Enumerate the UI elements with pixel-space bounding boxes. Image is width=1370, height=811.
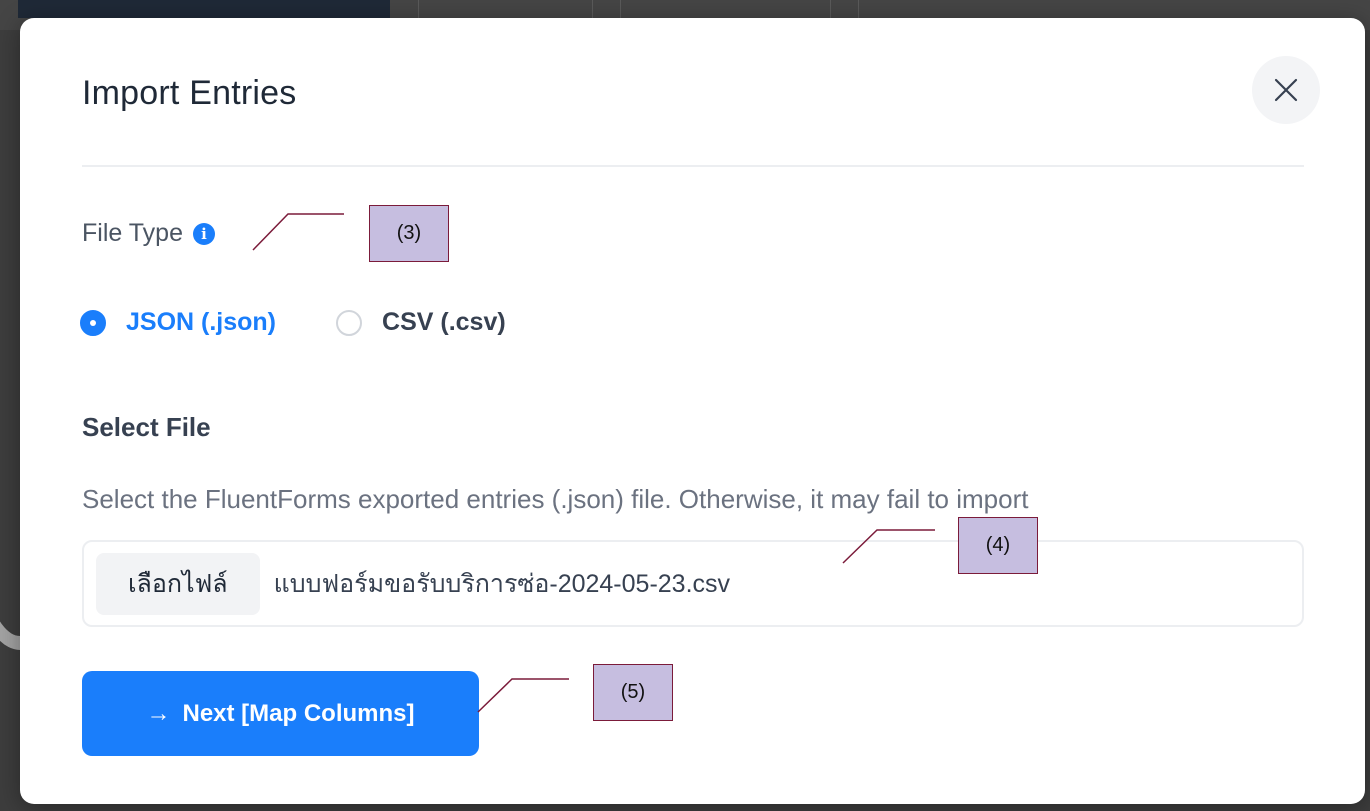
import-entries-dialog: Import Entries File Type i JSON (.json) … [20, 18, 1365, 804]
select-file-label: Select File [82, 412, 211, 442]
dialog-title: Import Entries [82, 74, 297, 112]
header-divider [82, 165, 1304, 167]
annotation-callout-5: (5) [593, 664, 673, 721]
file-type-radio-group: JSON (.json) CSV (.csv) [80, 308, 566, 337]
info-icon[interactable]: i [192, 222, 215, 245]
background-tab [18, 0, 390, 18]
choose-file-button[interactable]: เลือกไฟล์ [96, 552, 260, 615]
next-map-columns-button[interactable]: → Next [Map Columns] [82, 671, 479, 756]
close-icon [1274, 78, 1298, 102]
radio-option-json[interactable]: JSON (.json) [80, 308, 276, 337]
annotation-callout-3: (3) [369, 205, 449, 262]
file-input[interactable]: เลือกไฟล์ แบบฟอร์มขอรับบริการซ่อ-2024-05… [82, 540, 1304, 627]
file-type-label: File Type i [82, 219, 215, 248]
close-button[interactable] [1252, 56, 1320, 124]
radio-label-csv[interactable]: CSV (.csv) [382, 308, 506, 337]
annotation-callout-4: (4) [958, 517, 1038, 574]
next-button-label: Next [Map Columns] [182, 699, 415, 727]
radio-label-json[interactable]: JSON (.json) [126, 308, 276, 337]
radio-option-csv[interactable]: CSV (.csv) [336, 308, 506, 337]
select-file-help-text: Select the FluentForms exported entries … [82, 484, 1029, 514]
selected-file-name: แบบฟอร์มขอรับบริการซ่อ-2024-05-23.csv [273, 569, 731, 598]
arrow-right-icon: → [146, 699, 171, 727]
radio-button-json[interactable] [80, 309, 106, 336]
file-type-label-text: File Type [82, 219, 183, 247]
radio-button-csv[interactable] [336, 309, 363, 336]
